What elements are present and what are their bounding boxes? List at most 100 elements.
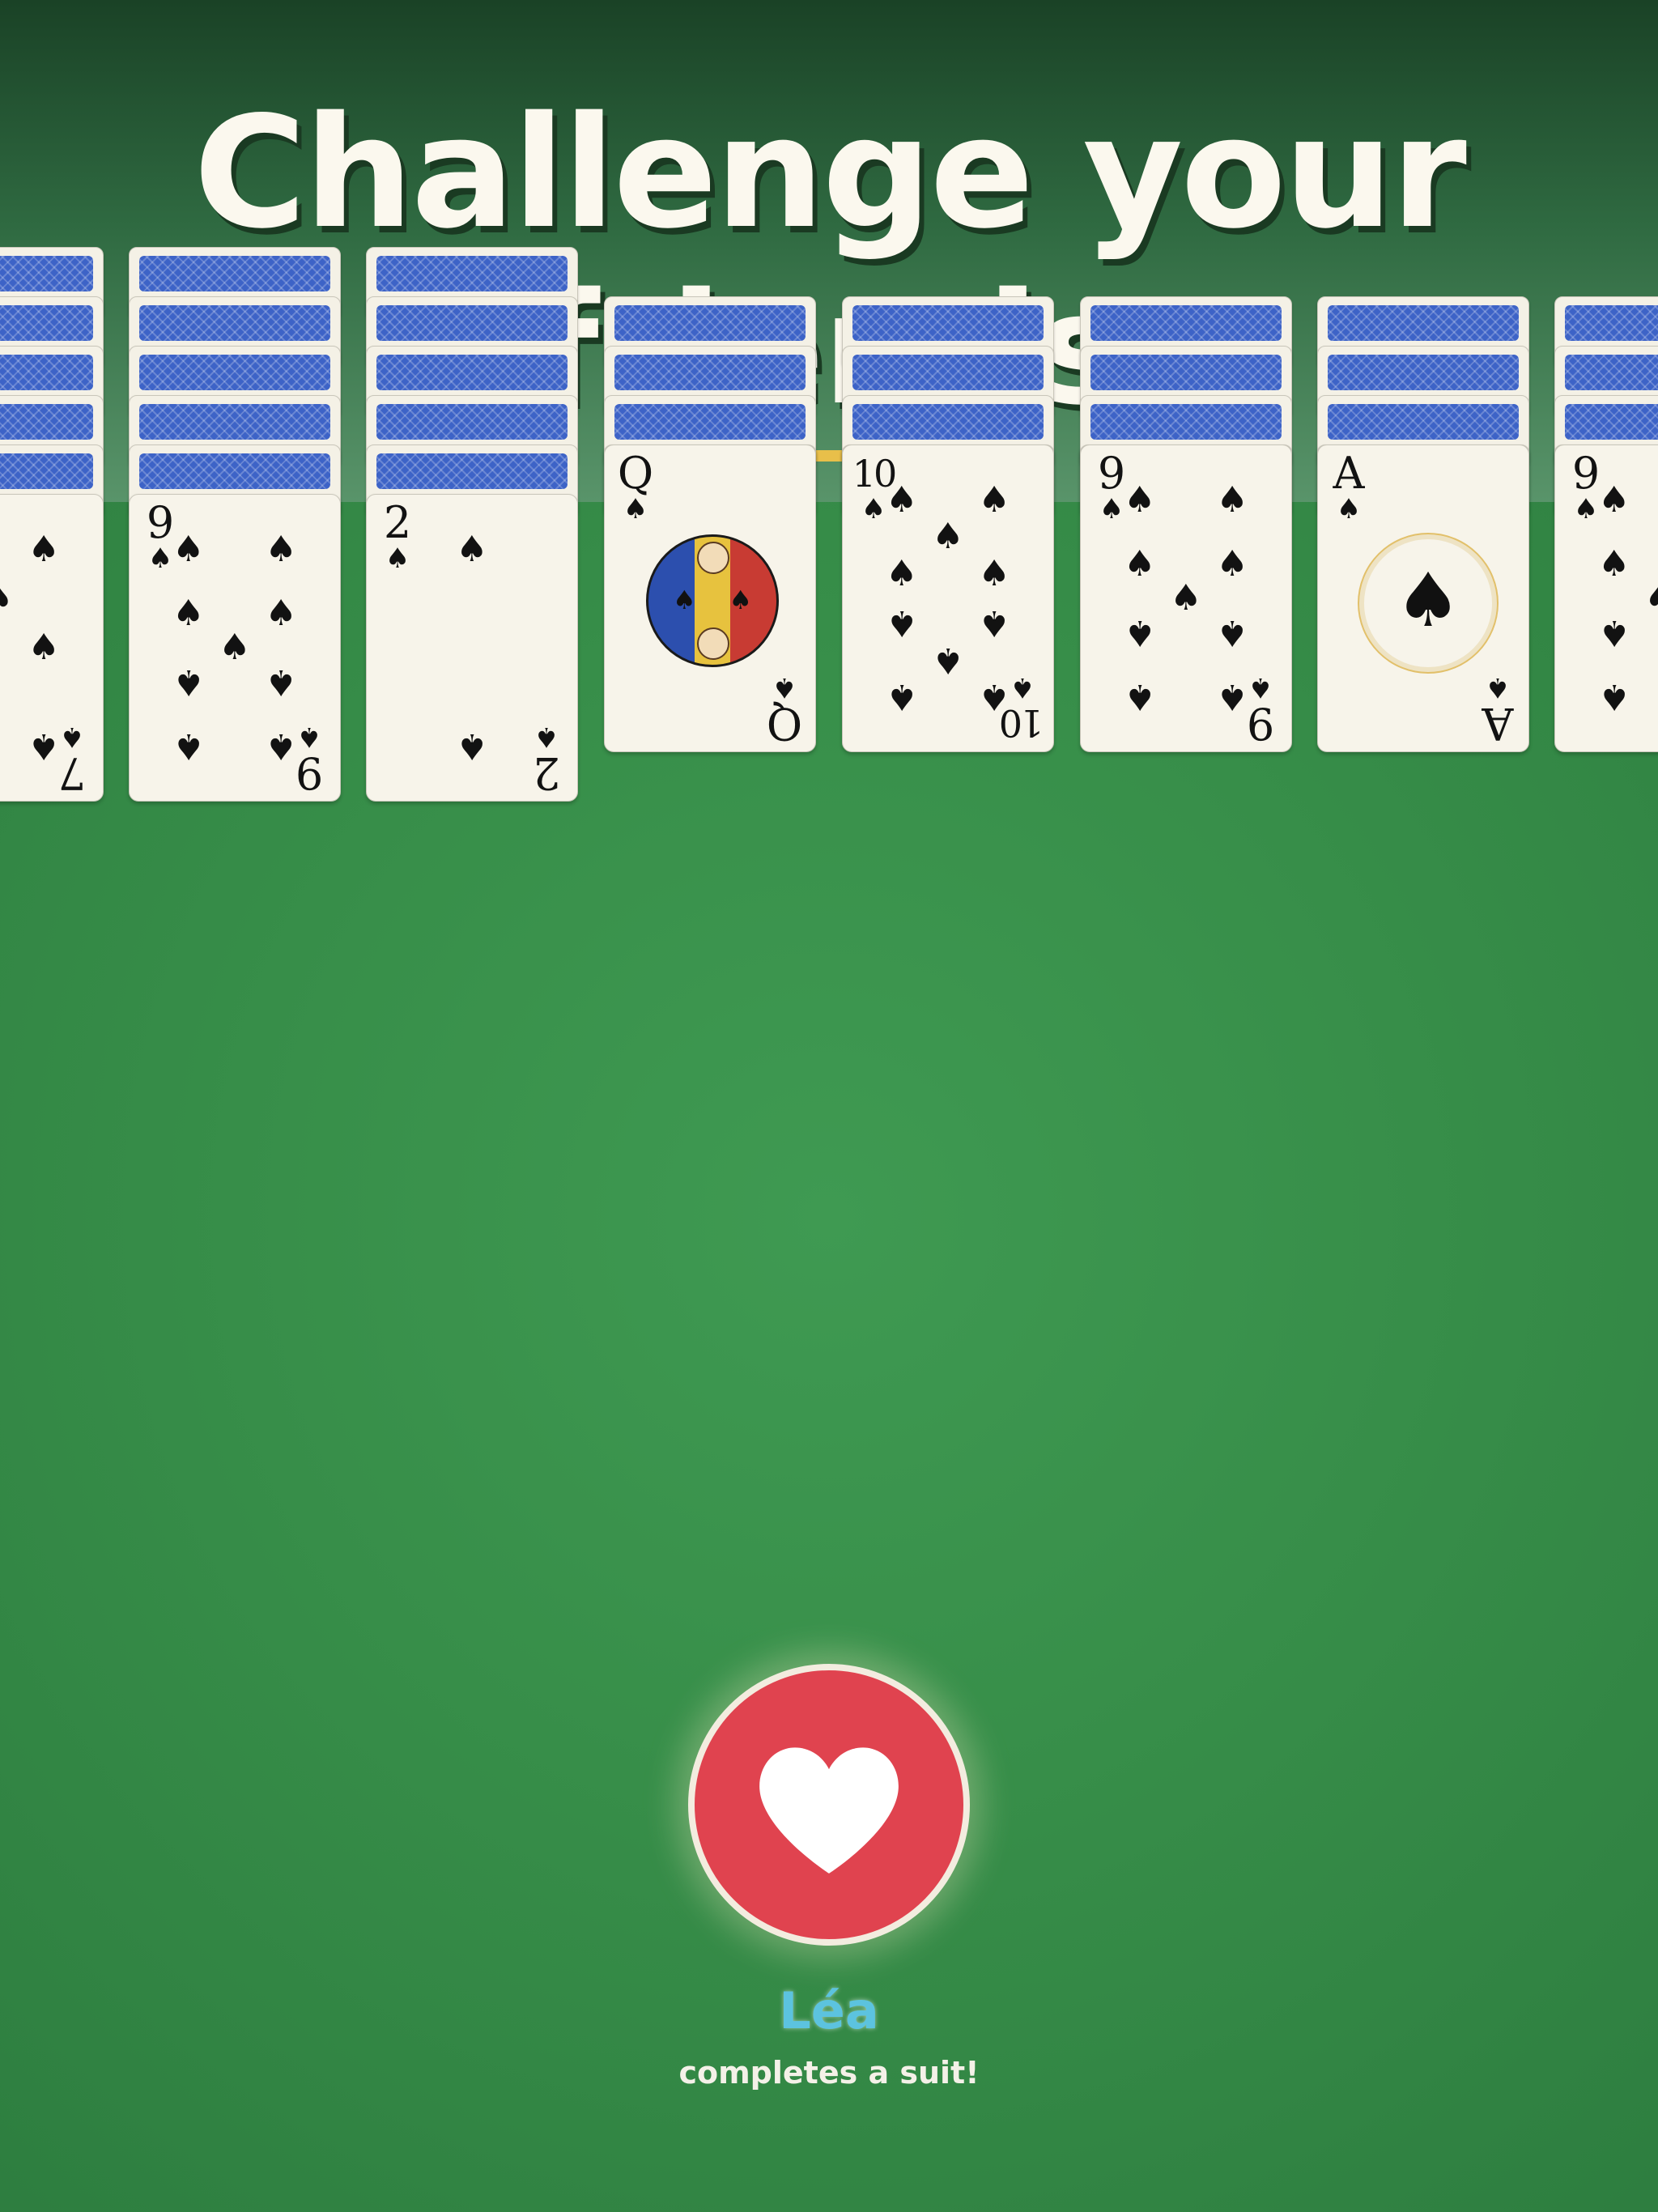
card-back-icon: [139, 404, 330, 440]
card-back-icon: [1090, 355, 1282, 390]
spade-icon: ♠: [932, 516, 964, 558]
queen-face-card: ♠ ♠: [646, 534, 779, 667]
spade-icon: ♠: [1124, 479, 1156, 521]
card-back-icon: [852, 355, 1044, 390]
card-back-icon: [614, 355, 806, 390]
spade-icon: ♠: [1598, 611, 1630, 653]
tableau-column[interactable]: 9♠9♠♠♠♠♠♠♠♠♠♠: [129, 0, 341, 1053]
spade-icon: ♠: [1643, 581, 1658, 616]
card-corner-index: A ♠: [1326, 448, 1371, 525]
tableau-column[interactable]: Q ♠ Q ♠ ♠ ♠: [604, 0, 816, 1053]
spade-icon: ♠: [978, 675, 1010, 717]
card-back-icon: [139, 355, 330, 390]
card-back-icon: [0, 453, 93, 489]
spade-icon: ♠: [265, 725, 297, 767]
card-back-icon: [376, 305, 568, 341]
tableau: 7♠7♠♠♠♠♠♠♠♠9♠9♠♠♠♠♠♠♠♠♠♠2♠2♠♠♠Q♠Q♠♠♠10♠1…: [0, 0, 1658, 1053]
spade-icon: ♠: [385, 542, 410, 575]
spade-icon: ♠: [772, 671, 797, 704]
spade-icon: ♠: [886, 675, 918, 717]
tableau-column[interactable]: A ♠ A ♠ ♠: [1317, 0, 1529, 1053]
playing-card[interactable]: 7♠7♠♠♠♠♠♠♠♠: [0, 494, 104, 802]
heart-reaction-button[interactable]: [688, 1664, 970, 1946]
player-name: Léa: [779, 1981, 879, 2040]
card-back-icon: [0, 355, 93, 390]
spade-icon: ♠: [1394, 557, 1462, 644]
card-back-icon: [614, 404, 806, 440]
spade-icon: ♠: [265, 593, 297, 635]
queen-face-icon: [697, 542, 729, 574]
spade-icon: ♠: [1216, 675, 1248, 717]
spade-icon: ♠: [265, 661, 297, 703]
card-rank: A: [1482, 698, 1514, 749]
card-back-icon: [0, 305, 93, 341]
heart-icon: [759, 1747, 899, 1874]
card-back-icon: [1328, 404, 1519, 440]
card-back-icon: [139, 453, 330, 489]
spade-icon: ♠: [1216, 543, 1248, 585]
card-back-icon: [852, 305, 1044, 341]
ace-of-spades-medallion: ♠: [1359, 534, 1497, 672]
spade-icon: ♠: [1336, 493, 1362, 525]
spade-icon: ♠: [1598, 543, 1630, 585]
playing-card[interactable]: 9♠9♠♠♠♠♠♠♠♠♠♠: [129, 494, 341, 802]
spade-icon: ♠: [978, 552, 1010, 594]
card-rank: A: [1333, 448, 1365, 499]
spade-icon: ♠: [534, 721, 559, 753]
card-back-icon: [1328, 355, 1519, 390]
spade-icon: ♠: [1598, 479, 1630, 521]
spade-icon: ♠: [1170, 577, 1202, 619]
card-back-icon: [376, 453, 568, 489]
card-back-icon: [0, 256, 93, 291]
tableau-column[interactable]: 10 ♠ 10 ♠ ♠ ♠ ♠ ♠ ♠ ♠ ♠ ♠ ♠ ♠: [842, 0, 1054, 1053]
playing-card[interactable]: 9♠9♠♠♠♠♠♠♠♠♠♠: [1554, 445, 1658, 752]
spade-icon: ♠: [0, 581, 15, 617]
card-back-icon: [376, 256, 568, 291]
spade-icon: ♠: [1216, 611, 1248, 653]
card-rank: Q: [617, 448, 654, 499]
card-back-icon: [376, 355, 568, 390]
card-rank: 2: [383, 497, 412, 548]
card-back-icon: [614, 305, 806, 341]
spade-icon: ♠: [172, 661, 205, 703]
tableau-column[interactable]: 9♠9♠♠♠♠♠♠♠♠♠♠: [1080, 0, 1292, 1053]
spade-icon: ♠: [978, 602, 1010, 644]
tableau-column[interactable]: 7♠7♠♠♠♠♠♠♠♠: [0, 0, 104, 1053]
spade-icon: ♠: [1216, 479, 1248, 521]
card-back-icon: [139, 305, 330, 341]
playing-card[interactable]: 9♠9♠♠♠♠♠♠♠♠♠♠: [1080, 445, 1292, 752]
spade-icon: ♠: [172, 593, 205, 635]
card-back-icon: [0, 404, 93, 440]
card-corner-index: Q ♠: [762, 671, 807, 749]
tableau-column[interactable]: 9♠9♠♠♠♠♠♠♠♠♠♠: [1554, 0, 1658, 1053]
spade-icon: ♠: [172, 529, 205, 571]
spade-icon: ♠: [673, 585, 696, 615]
spade-icon: ♠: [886, 479, 918, 521]
spade-icon: ♠: [28, 627, 60, 668]
card-back-icon: [1090, 305, 1282, 341]
spade-icon: ♠: [1485, 671, 1511, 704]
spade-icon: ♠: [932, 639, 964, 681]
queen-face-icon: [697, 627, 729, 660]
tableau-column[interactable]: 2 ♠ 2 ♠ ♠ ♠: [366, 0, 578, 1053]
spade-icon: ♠: [456, 529, 488, 571]
playing-card[interactable]: 2 ♠ 2 ♠ ♠ ♠: [366, 494, 578, 802]
spade-icon: ♠: [28, 529, 60, 571]
playing-card[interactable]: 10 ♠ 10 ♠ ♠ ♠ ♠ ♠ ♠ ♠ ♠ ♠ ♠ ♠: [842, 445, 1054, 752]
spade-icon: ♠: [978, 479, 1010, 521]
card-back-icon: [1328, 305, 1519, 341]
spade-icon: ♠: [623, 493, 648, 525]
card-back-icon: [1090, 404, 1282, 440]
card-rank: Q: [766, 698, 803, 749]
spade-icon: ♠: [886, 552, 918, 594]
spade-icon: ♠: [219, 627, 251, 668]
spade-icon: ♠: [1598, 675, 1630, 717]
spade-icon: ♠: [456, 725, 488, 767]
spade-icon: ♠: [28, 725, 60, 767]
playing-card[interactable]: Q ♠ Q ♠ ♠ ♠: [604, 445, 816, 752]
spade-icon: ♠: [1124, 543, 1156, 585]
card-corner-index: 2 ♠: [375, 497, 420, 575]
spade-icon: ♠: [886, 602, 918, 644]
card-back-icon: [1565, 404, 1658, 440]
playing-card[interactable]: A ♠ A ♠ ♠: [1317, 445, 1529, 752]
